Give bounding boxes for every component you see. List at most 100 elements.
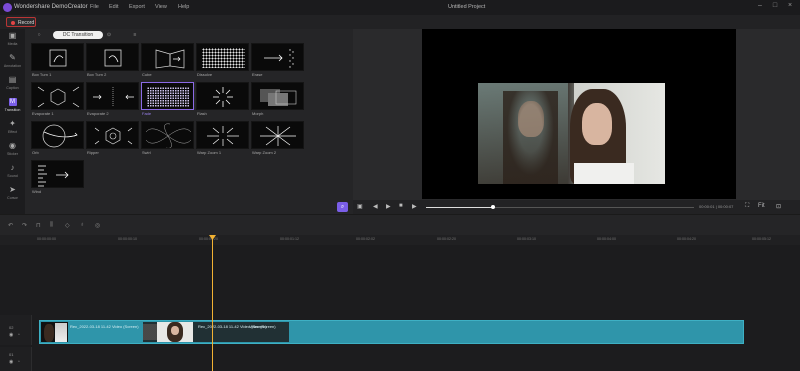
- sidebar-item-label: Sticker: [7, 152, 18, 156]
- menu-export[interactable]: Export: [129, 4, 145, 10]
- previous-frame-icon[interactable]: ◀: [373, 203, 378, 210]
- snapshot-icon[interactable]: ▣: [357, 203, 363, 210]
- transition-erase[interactable]: Erase: [251, 43, 306, 77]
- transition-name: Fade: [142, 111, 152, 116]
- playback-timecode: 00:00:01 | 00:00:07: [699, 204, 734, 209]
- more-options-icon[interactable]: ⊡: [776, 203, 781, 210]
- sidebar-item-label: Transition: [4, 108, 21, 112]
- split-icon[interactable]: ⫼: [50, 222, 53, 229]
- microphone-icon[interactable]: ♁: [80, 222, 85, 228]
- transition-orb[interactable]: Orb: [31, 121, 86, 155]
- transition-thumbnail: [31, 82, 84, 110]
- clip-label: Rec_2022-03-18 11-42 Video (Screen): [70, 324, 139, 329]
- zoom-search-icon[interactable]: ⌕: [337, 202, 348, 212]
- minimize-icon[interactable]: –: [755, 2, 765, 9]
- transition-box-turn-2[interactable]: Box Turn 2: [86, 43, 141, 77]
- transition-ripper[interactable]: Ripper: [86, 121, 141, 155]
- sidebar-item-label: Cursor: [7, 196, 18, 200]
- transition-evaporate-1[interactable]: Evaporate 1: [31, 82, 86, 116]
- transition-fade[interactable]: Fade: [141, 82, 196, 116]
- menu-view[interactable]: View: [155, 4, 167, 10]
- preview-panel: ⌕ ▣ ◀ ▶ ■ ▶ 00:00:01 | 00:00:07 ⛶ Fit ⊡: [337, 29, 800, 214]
- transition-swirl[interactable]: Swirl: [141, 121, 196, 155]
- menu-file[interactable]: File: [90, 4, 99, 10]
- transition-thumbnail: [251, 121, 304, 149]
- track-header-01: 01 ◉ ▫: [0, 347, 32, 371]
- transition-evaporate-2[interactable]: Evaporate 2: [86, 82, 141, 116]
- menu-edit[interactable]: Edit: [109, 4, 118, 10]
- transition-wind[interactable]: Wind: [31, 160, 86, 194]
- eye-icon[interactable]: ◉: [9, 359, 13, 365]
- transition-thumbnail: [31, 121, 84, 149]
- redo-icon[interactable]: ↷: [22, 222, 27, 229]
- stop-icon[interactable]: ■: [399, 203, 403, 209]
- sound-icon: ♪: [10, 163, 15, 172]
- play-icon[interactable]: ▶: [386, 203, 391, 210]
- sidebar-item-transition[interactable]: M Transition: [0, 95, 25, 117]
- title-bar: Wondershare DemoCreator File Edit Export…: [0, 0, 800, 15]
- sidebar-item-caption[interactable]: ▤ Caption: [0, 73, 25, 95]
- transition-thumbnail: [196, 121, 249, 149]
- zoom-fit-label[interactable]: Fit: [758, 203, 765, 209]
- scrubber-knob[interactable]: [491, 205, 495, 209]
- playhead[interactable]: [212, 235, 213, 371]
- playback-scrubber[interactable]: [426, 205, 694, 209]
- transition-icon: M: [8, 98, 17, 106]
- lock-icon[interactable]: ▫: [18, 332, 20, 338]
- tab-dc-transition[interactable]: DC Transition: [53, 31, 103, 39]
- record-button[interactable]: Record: [6, 17, 36, 27]
- lock-icon[interactable]: ▫: [18, 359, 20, 365]
- transition-thumbnail: [251, 43, 304, 71]
- marker-icon[interactable]: ◇: [65, 222, 70, 229]
- transition-name: Evaporate 1: [32, 111, 54, 116]
- transition-name: Box Turn 1: [32, 72, 52, 77]
- ruler-label: 00:00:01:12: [280, 237, 299, 241]
- sidebar-item-effect[interactable]: ✦ Effect: [0, 117, 25, 139]
- sidebar-item-sound[interactable]: ♪ Sound: [0, 161, 25, 183]
- sidebar-item-sticker[interactable]: ◉ Sticker: [0, 139, 25, 161]
- ruler-label: 00:00:05:12: [752, 237, 771, 241]
- transition-thumbnail: [141, 43, 194, 71]
- transition-thumbnail: [141, 121, 194, 149]
- menu-help[interactable]: Help: [178, 4, 189, 10]
- transition-thumbnail: [86, 82, 139, 110]
- fullscreen-icon[interactable]: ⛶: [745, 203, 749, 210]
- close-icon[interactable]: ×: [785, 2, 795, 9]
- clip-thumbnail: [157, 322, 193, 342]
- scrubber-progress: [426, 206, 493, 208]
- tab-favorites[interactable]: ⊙: [103, 31, 115, 39]
- transition-morph[interactable]: Morph: [251, 82, 306, 116]
- transition-warp-zoom-1[interactable]: Warp Zoom 1: [196, 121, 251, 155]
- transition-dissolve[interactable]: Dissolve: [196, 43, 251, 77]
- sidebar-item-media[interactable]: ▣ Media: [0, 29, 25, 51]
- transition-warp-zoom-2[interactable]: Warp Zoom 2: [251, 121, 306, 155]
- timeline-ruler[interactable]: 00:00:00:00 00:00:00:10 00:00:00:20 00:0…: [0, 235, 800, 245]
- record-bar: Record: [0, 15, 800, 29]
- next-frame-icon[interactable]: ▶: [412, 203, 417, 210]
- player-controls: ⌕ ▣ ◀ ▶ ■ ▶ 00:00:01 | 00:00:07 ⛶ Fit ⊡: [337, 200, 800, 214]
- sidebar-item-annotation[interactable]: ✎ Annotation: [0, 51, 25, 73]
- undo-icon[interactable]: ↶: [8, 222, 13, 229]
- transition-thumbnail: [196, 82, 249, 110]
- transition-box-turn-1[interactable]: Box Turn 1: [31, 43, 86, 77]
- sticker-icon: ◉: [9, 141, 16, 150]
- transition-name: Evaporate 2: [87, 111, 109, 116]
- tab-general[interactable]: ○: [33, 31, 45, 39]
- tab-list[interactable]: ≡: [129, 31, 141, 39]
- maximize-icon[interactable]: □: [770, 2, 780, 9]
- preview-screen: [422, 29, 736, 199]
- record-label: Record: [18, 19, 35, 26]
- transition-name: Orb: [32, 150, 39, 155]
- caption-icon: ▤: [8, 75, 17, 84]
- ruler-label: 00:00:00:00: [37, 237, 56, 241]
- crop-icon[interactable]: ⊓: [36, 222, 41, 229]
- track-number: 01: [9, 352, 14, 357]
- transition-flash[interactable]: Flash: [196, 82, 251, 116]
- speed-icon[interactable]: ◎: [95, 222, 100, 229]
- video-clip[interactable]: Rec_2022-03-18 11-42 Video (Screen) Rec_…: [39, 320, 744, 344]
- transition-cube[interactable]: Cube: [141, 43, 196, 77]
- sidebar-item-cursor[interactable]: ➤ Cursor: [0, 183, 25, 205]
- clip-label: Video (Screen): [249, 324, 276, 329]
- app-title: Wondershare DemoCreator: [14, 4, 88, 10]
- eye-icon[interactable]: ◉: [9, 332, 13, 338]
